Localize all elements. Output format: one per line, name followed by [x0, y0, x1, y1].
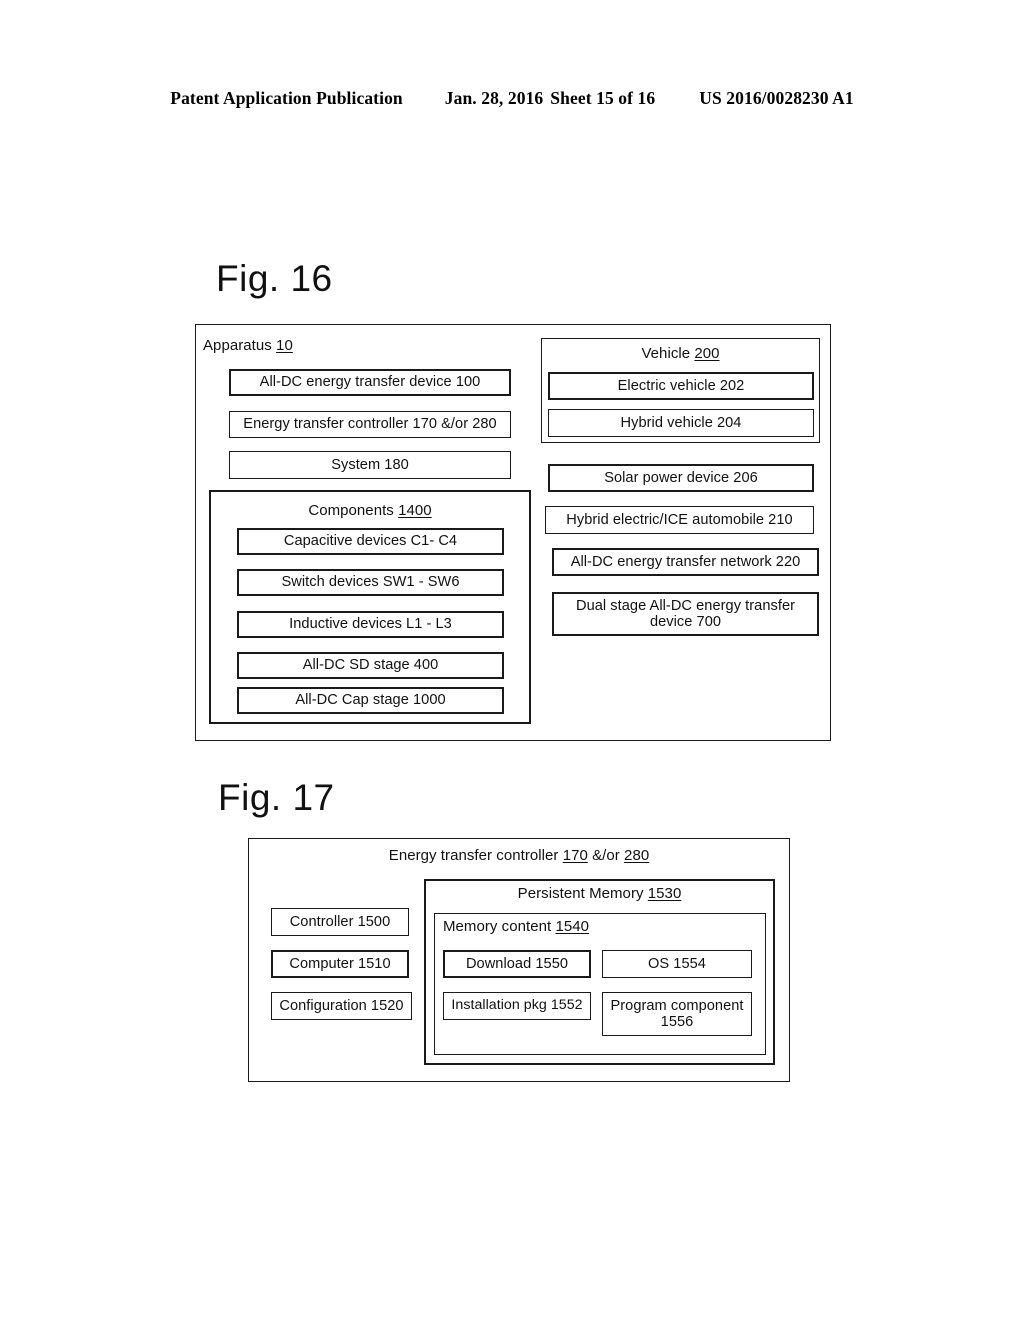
box-all-dc-cap-stage: All-DC Cap stage 1000 [237, 687, 504, 714]
apparatus-caption-ref: 10 [276, 337, 293, 354]
vehicle-caption-text: Vehicle [641, 345, 695, 362]
box-capacitive-devices: Capacitive devices C1- C4 [237, 528, 504, 555]
figure-16-title: Fig. 16 [216, 258, 333, 299]
box-energy-transfer-controller: Energy transfer controller 170 &/or 280 [229, 411, 511, 438]
apparatus-caption: Apparatus 10 [203, 337, 293, 354]
memory-content-caption-ref: 1540 [555, 918, 590, 935]
box-all-dc-energy-transfer-network: All-DC energy transfer network 220 [552, 548, 819, 576]
persistent-memory-caption-ref: 1530 [647, 885, 682, 902]
components-caption-text: Components [308, 502, 399, 519]
publication-label: Patent Application Publication [170, 88, 403, 108]
box-os-1554: OS 1554 [602, 950, 752, 978]
box-electric-vehicle: Electric vehicle 202 [548, 372, 814, 400]
box-all-dc-sd-stage: All-DC SD stage 400 [237, 652, 504, 679]
sheet-number: Sheet 15 of 16 [550, 88, 656, 108]
vehicle-caption-ref: 200 [694, 345, 720, 362]
etc-caption-prefix: Energy transfer controller [388, 847, 563, 864]
box-controller-1500: Controller 1500 [271, 908, 409, 936]
energy-transfer-controller-caption: Energy transfer controller 170 &/or 280 [248, 847, 790, 864]
box-all-dc-energy-transfer-device: All-DC energy transfer device 100 [229, 369, 511, 396]
vehicle-caption: Vehicle 200 [541, 345, 820, 362]
publication-date: Jan. 28, 2016 [444, 88, 544, 108]
memory-content-caption: Memory content 1540 [443, 918, 589, 935]
persistent-memory-caption-text: Persistent Memory [517, 885, 648, 902]
box-program-component-1556: Program component 1556 [602, 992, 752, 1036]
etc-caption-ref2: 280 [624, 847, 650, 864]
box-dual-stage-all-dc-energy-transfer-device: Dual stage All-DC energy transfer device… [552, 592, 819, 636]
persistent-memory-caption: Persistent Memory 1530 [424, 885, 775, 902]
etc-caption-mid: &/or [587, 847, 625, 864]
patent-number: US 2016/0028230 A1 [699, 88, 854, 108]
memory-content-caption-text: Memory content [443, 918, 556, 935]
patent-header: Patent Application Publication Jan. 28, … [0, 88, 1024, 109]
box-hybrid-vehicle: Hybrid vehicle 204 [548, 409, 814, 437]
box-download-1550: Download 1550 [443, 950, 591, 978]
box-switch-devices: Switch devices SW1 - SW6 [237, 569, 504, 596]
apparatus-caption-text: Apparatus [203, 337, 277, 354]
box-system-180: System 180 [229, 451, 511, 479]
components-caption: Components 1400 [209, 502, 531, 519]
box-installation-pkg-1552: Installation pkg 1552 [443, 992, 591, 1020]
box-computer-1510: Computer 1510 [271, 950, 409, 978]
box-solar-power-device: Solar power device 206 [548, 464, 814, 492]
figure-17-title: Fig. 17 [218, 777, 335, 818]
box-configuration-1520: Configuration 1520 [271, 992, 412, 1020]
box-inductive-devices: Inductive devices L1 - L3 [237, 611, 504, 638]
components-caption-ref: 1400 [398, 502, 432, 519]
box-hybrid-electric-ice-automobile: Hybrid electric/ICE automobile 210 [545, 506, 814, 534]
etc-caption-ref1: 170 [562, 847, 588, 864]
